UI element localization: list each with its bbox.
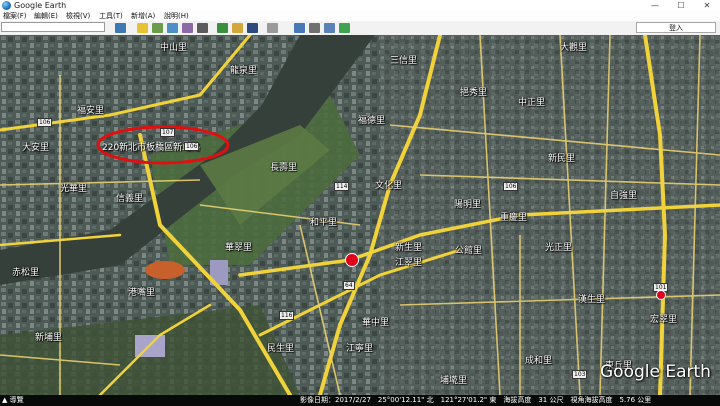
maximize-button[interactable]: ☐ bbox=[668, 0, 694, 11]
place-label: 江寧里 bbox=[346, 344, 374, 354]
path-icon[interactable] bbox=[167, 23, 178, 33]
road-shield: 103 bbox=[572, 370, 588, 379]
sun-icon[interactable] bbox=[232, 23, 243, 33]
road-shield: 106 bbox=[37, 118, 53, 127]
red-placemark-icon[interactable] bbox=[345, 253, 359, 267]
place-label: 挹秀里 bbox=[460, 88, 488, 98]
place-label: 民生里 bbox=[267, 344, 295, 354]
record-tour-icon[interactable] bbox=[197, 23, 208, 33]
menu-add[interactable]: 新增(A) bbox=[131, 11, 155, 21]
placemark-icon[interactable] bbox=[137, 23, 148, 33]
place-label: 公館里 bbox=[455, 246, 483, 256]
toolbar: 登入 bbox=[0, 21, 720, 36]
place-label: 大安里 bbox=[22, 143, 50, 153]
login-button[interactable]: 登入 bbox=[636, 22, 716, 33]
google-earth-watermark: Google Earth bbox=[600, 362, 711, 382]
place-label: 新埔里 bbox=[35, 333, 63, 343]
minimize-button[interactable]: — bbox=[642, 0, 668, 11]
menu-help[interactable]: 說明(H) bbox=[164, 11, 189, 21]
place-label: 宏翠里 bbox=[650, 315, 678, 325]
place-label: 成和里 bbox=[525, 356, 553, 366]
ruler-icon[interactable] bbox=[267, 23, 278, 33]
road-shield: 64 bbox=[343, 281, 355, 290]
place-label: 重慶里 bbox=[500, 213, 528, 223]
google-maps-icon[interactable] bbox=[339, 23, 350, 33]
place-label: 華中里 bbox=[362, 318, 390, 328]
place-label: 赤松里 bbox=[12, 268, 40, 278]
place-label: 中山里 bbox=[160, 43, 188, 53]
road-shield: 114 bbox=[334, 182, 350, 191]
place-label: 文化里 bbox=[375, 181, 403, 191]
place-label: 大觀里 bbox=[560, 43, 588, 53]
map-view[interactable]: 220新北市板橋區新站路 中山里 龍泉里 三信里 大觀里 挹秀里 中正里 福德里… bbox=[0, 35, 720, 395]
tour-guide-button[interactable]: ▲ 導覽 bbox=[2, 395, 24, 406]
road-shield: 106 bbox=[184, 142, 200, 151]
red-placemark-icon[interactable] bbox=[656, 290, 666, 300]
menu-tools[interactable]: 工具(T) bbox=[99, 11, 123, 21]
place-label: 新民里 bbox=[548, 154, 576, 164]
place-label: 三信里 bbox=[390, 56, 418, 66]
place-label: 信義里 bbox=[116, 194, 144, 204]
place-label: 和平里 bbox=[310, 218, 338, 228]
window-title: Google Earth bbox=[14, 1, 67, 10]
polygon-icon[interactable] bbox=[152, 23, 163, 33]
title-bar: Google Earth — ☐ ✕ bbox=[0, 0, 720, 11]
road-shield: 107 bbox=[160, 128, 176, 137]
planets-icon[interactable] bbox=[247, 23, 258, 33]
place-label: 中正里 bbox=[518, 98, 546, 108]
menu-edit[interactable]: 編輯(E) bbox=[34, 11, 58, 21]
coordinates-readout: 影像日期：2017/2/27 25°00'12.11" 北 121°27'01.… bbox=[300, 396, 652, 404]
menu-bar: 檔案(F) 編輯(E) 檢視(V) 工具(T) 新增(A) 說明(H) bbox=[0, 11, 720, 21]
place-label: 新生里 bbox=[395, 243, 423, 253]
image-overlay-icon[interactable] bbox=[182, 23, 193, 33]
place-label: 埔墘里 bbox=[440, 376, 468, 386]
search-input[interactable] bbox=[1, 22, 105, 32]
email-icon[interactable] bbox=[294, 23, 305, 33]
place-label: 江翠里 bbox=[395, 258, 423, 268]
menu-file[interactable]: 檔案(F) bbox=[3, 11, 27, 21]
status-bar: ▲ 導覽 影像日期：2017/2/27 25°00'12.11" 北 121°2… bbox=[0, 395, 720, 406]
place-label: 福安里 bbox=[77, 106, 105, 116]
place-label: 漢生里 bbox=[578, 295, 606, 305]
place-label: 龍泉里 bbox=[230, 66, 258, 76]
save-image-icon[interactable] bbox=[324, 23, 335, 33]
place-label: 長壽里 bbox=[270, 163, 298, 173]
place-label: 自強里 bbox=[610, 191, 638, 201]
road-shield: 106 bbox=[503, 182, 519, 191]
place-label: 福德里 bbox=[358, 116, 386, 126]
google-earth-icon bbox=[2, 1, 11, 10]
historical-imagery-icon[interactable] bbox=[217, 23, 228, 33]
place-label: 港嘴里 bbox=[128, 288, 156, 298]
place-label: 華翠里 bbox=[225, 243, 253, 253]
close-button[interactable]: ✕ bbox=[694, 0, 720, 11]
menu-view[interactable]: 檢視(V) bbox=[66, 11, 90, 21]
place-label: 光華里 bbox=[60, 184, 88, 194]
sidebar-toggle-icon[interactable] bbox=[115, 23, 126, 33]
place-label: 光正里 bbox=[545, 243, 573, 253]
place-label: 陽明里 bbox=[454, 200, 482, 210]
road-shield: 116 bbox=[279, 311, 295, 320]
print-icon[interactable] bbox=[309, 23, 320, 33]
